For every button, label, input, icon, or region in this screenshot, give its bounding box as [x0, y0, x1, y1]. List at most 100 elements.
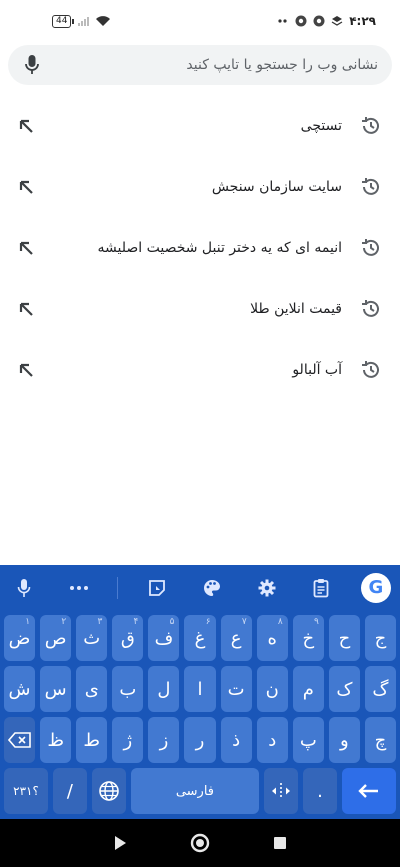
letter-key[interactable]: ض۱ — [4, 615, 36, 661]
letter-key[interactable]: ن — [256, 666, 288, 712]
letter-key[interactable]: ح — [328, 615, 360, 661]
fill-query-button[interactable] — [14, 114, 38, 138]
google-search-button[interactable]: G — [360, 572, 392, 604]
recents-button[interactable] — [265, 828, 295, 858]
suggestion-content: آب آلبالو — [292, 358, 382, 382]
cursor-move-key[interactable] — [264, 768, 299, 814]
letter-key[interactable]: ر — [184, 717, 216, 763]
chrome-icon-2 — [313, 15, 325, 27]
letter-key[interactable]: ش — [4, 666, 36, 712]
suggestion-item[interactable]: انیمه ای که یه دختر تنبل شخصیت اصلیشه — [0, 217, 400, 278]
letter-key[interactable]: گ — [364, 666, 397, 712]
letter-key[interactable]: ی — [76, 666, 108, 712]
home-circle-icon — [190, 833, 210, 853]
status-left: 44 — [52, 14, 111, 28]
backspace-icon — [7, 732, 31, 748]
letter-key[interactable]: ذ — [220, 717, 252, 763]
fill-query-button[interactable] — [14, 358, 38, 382]
suggestion-item[interactable]: آب آلبالو — [0, 339, 400, 400]
letter-key[interactable]: ل — [148, 666, 180, 712]
suggestion-item[interactable]: قیمت انلاین طلا — [0, 278, 400, 339]
key-label: ا — [197, 678, 203, 700]
suggestion-text: انیمه ای که یه دختر تنبل شخصیت اصلیشه — [97, 239, 342, 256]
fill-query-button[interactable] — [14, 236, 38, 260]
key-label: ژ — [123, 729, 133, 751]
key-hint: ۹ — [314, 617, 319, 627]
more-options-button[interactable] — [63, 572, 95, 604]
language-key[interactable] — [91, 768, 126, 814]
numbers-key[interactable]: ۲۳۱؟ — [4, 768, 48, 814]
history-icon — [358, 175, 382, 199]
letter-key[interactable]: ج — [364, 615, 397, 661]
letter-key[interactable]: ث۳ — [76, 615, 108, 661]
recents-square-icon — [274, 837, 286, 849]
history-icon — [358, 236, 382, 260]
key-hint: ۷ — [241, 617, 247, 627]
key-label: ف — [154, 627, 174, 649]
keyboard-row-1: ض۱ص۲ث۳ق۴ف۵غ۶ع۷ه۸خ۹حج — [0, 615, 400, 661]
more-notifications-icon — [277, 15, 289, 27]
key-hint: ۶ — [205, 617, 211, 627]
keyboard-row-2: شسیبل ا تن مکگ — [0, 666, 400, 712]
slash-key[interactable]: / — [52, 768, 87, 814]
letter-key[interactable]: ژ — [112, 717, 144, 763]
suggestion-content: تستچی — [301, 114, 382, 138]
period-key[interactable]: . — [303, 768, 337, 814]
home-button[interactable] — [185, 828, 215, 858]
suggestion-item[interactable]: سایت سازمان سنجش — [0, 156, 400, 217]
back-button[interactable] — [105, 828, 135, 858]
key-label: گ — [372, 678, 389, 700]
cursor-arrows-icon — [272, 783, 291, 799]
enter-key[interactable] — [341, 768, 396, 814]
key-label: ن — [265, 678, 279, 700]
letter-key[interactable]: ز — [148, 717, 180, 763]
letter-key[interactable]: م — [292, 666, 324, 712]
history-icon — [358, 114, 382, 138]
fill-query-button[interactable] — [14, 175, 38, 199]
letter-key[interactable]: ظ — [40, 717, 72, 763]
letter-key[interactable]: ا — [184, 666, 216, 712]
space-key[interactable]: فارسی — [130, 768, 260, 814]
key-label: ش — [8, 678, 31, 700]
suggestion-text: سایت سازمان سنجش — [211, 178, 342, 195]
arrow-up-left-icon — [19, 119, 33, 133]
search-input[interactable] — [46, 57, 378, 73]
letter-key[interactable]: ک — [328, 666, 360, 712]
sticker-button[interactable] — [141, 572, 173, 604]
clipboard-button[interactable] — [305, 572, 337, 604]
letter-key[interactable]: ف۵ — [148, 615, 180, 661]
battery-indicator: 44 — [52, 14, 75, 28]
letter-key[interactable]: ع۷ — [220, 615, 252, 661]
suggestion-item[interactable]: تستچی — [0, 95, 400, 156]
toolbar-divider — [117, 576, 119, 599]
backspace-key[interactable] — [4, 717, 36, 763]
gear-icon — [258, 579, 276, 596]
letter-key[interactable]: ص۲ — [40, 615, 72, 661]
letter-key[interactable]: غ۶ — [184, 615, 216, 661]
letter-key[interactable]: ه۸ — [256, 615, 288, 661]
settings-button[interactable] — [251, 572, 283, 604]
fill-query-button[interactable] — [14, 297, 38, 321]
letter-key[interactable]: ق۴ — [112, 615, 144, 661]
letter-key[interactable]: د — [256, 717, 288, 763]
voice-search-button[interactable] — [18, 51, 46, 79]
theme-button[interactable] — [196, 572, 228, 604]
key-label: ب — [119, 678, 137, 700]
wifi-icon — [95, 15, 111, 27]
keyboard-row-4: ۲۳۱؟ / فارسی . — [0, 768, 400, 814]
letter-key[interactable]: ب — [112, 666, 144, 712]
key-hint: ۸ — [277, 617, 283, 627]
letter-key[interactable]: ت — [220, 666, 252, 712]
letter-key[interactable]: خ۹ — [292, 615, 324, 661]
key-label: ث — [83, 627, 101, 649]
keyboard-voice-button[interactable] — [8, 572, 40, 604]
letter-key[interactable]: ط — [76, 717, 108, 763]
letter-key[interactable]: چ — [364, 717, 397, 763]
letter-key[interactable]: و — [328, 717, 360, 763]
letter-key[interactable]: س — [40, 666, 72, 712]
sticker-icon — [149, 579, 166, 596]
key-label: ت — [227, 678, 245, 700]
letter-key[interactable]: پ — [292, 717, 324, 763]
search-bar[interactable] — [8, 45, 392, 85]
key-label: ر — [195, 729, 205, 751]
